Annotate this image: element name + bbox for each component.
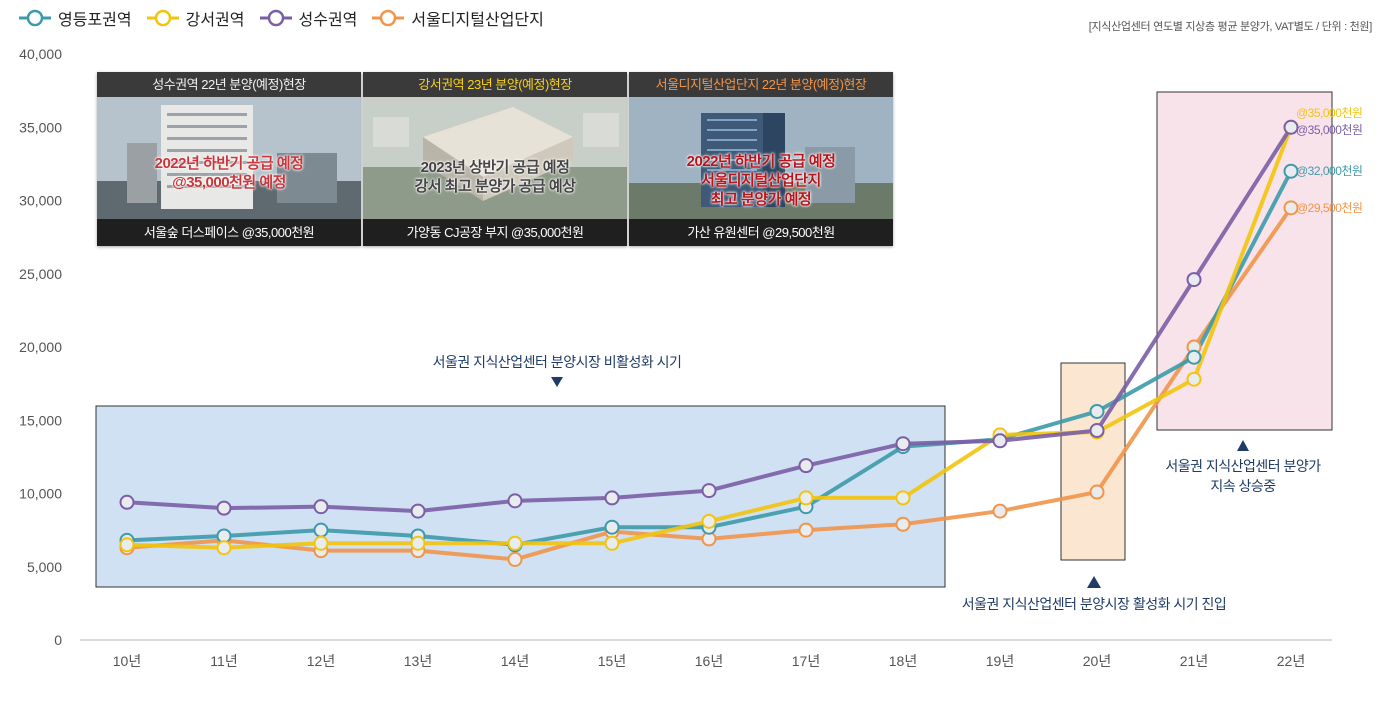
legend-item-gangseo: 강서권역 — [146, 6, 245, 30]
y-tick-label: 25,000 — [19, 266, 62, 282]
legend-label: 서울디지털산업단지 — [411, 12, 544, 29]
x-tick-label: 13년 — [404, 653, 432, 669]
x-tick-label: 11년 — [210, 653, 237, 669]
end-label-seongsu: @35,000천원 — [1296, 122, 1362, 137]
x-tick-label: 20년 — [1083, 653, 1111, 669]
annotation-inactive: 서울권 지식산업센터 분양시장 비활성화 시기 — [433, 354, 682, 370]
card-title: 서울디지털산업단지 22년 분양(예정)현장 — [629, 72, 893, 97]
x-tick-label: 14년 — [501, 653, 529, 669]
data-point — [216, 540, 232, 556]
x-tick-label: 18년 — [889, 653, 917, 669]
y-tick-label: 40,000 — [19, 46, 62, 62]
data-point — [895, 490, 911, 506]
arrow-up-icon — [1237, 440, 1249, 451]
data-point — [507, 493, 523, 509]
data-point — [604, 490, 620, 506]
caption-line: @35,000천원 예정 — [172, 174, 286, 191]
caption-line: 서울디지털산업단지 — [701, 172, 821, 189]
unit-note: [지식산업센터 연도별 지상층 평균 분양가, VAT별도 / 단위 : 천원] — [1088, 21, 1373, 33]
card-caption: 2022년 하반기 공급 예정 서울디지털산업단지 최고 분양가 예정 — [629, 152, 893, 209]
x-tick-label: 12년 — [307, 653, 335, 669]
data-point — [895, 516, 911, 532]
data-point — [701, 513, 717, 529]
x-tick-label: 22년 — [1277, 653, 1305, 669]
card-footer: 가산 유원센터 @29,500천원 — [629, 219, 893, 246]
data-point — [798, 490, 814, 506]
data-point — [410, 503, 426, 519]
legend-marker-icon — [146, 9, 179, 27]
legend-label: 영등포권역 — [58, 12, 132, 29]
data-point — [410, 535, 426, 551]
card-title: 성수권역 22년 분양(예정)현장 — [97, 72, 361, 97]
data-point — [992, 433, 1008, 449]
legend-item-digital: 서울디지털산업단지 — [371, 6, 544, 30]
end-label-digital: @29,500천원 — [1296, 200, 1362, 215]
card-footer: 서울숲 더스페이스 @35,000천원 — [97, 219, 361, 246]
data-point — [216, 500, 232, 516]
data-point — [1089, 403, 1105, 419]
x-tick-label: 19년 — [986, 653, 1014, 669]
card-title: 강서권역 23년 분양(예정)현장 — [363, 72, 627, 97]
x-tick-label: 21년 — [1180, 653, 1208, 669]
legend-marker-icon — [259, 9, 292, 27]
annotation-rising-line-2: 지속 상승중 — [1210, 478, 1276, 494]
data-point — [798, 522, 814, 538]
legend-item-yeongdeungpo: 영등포권역 — [18, 6, 132, 30]
arrow-up-icon — [1087, 576, 1101, 588]
data-point — [895, 436, 911, 452]
legend-marker-icon — [19, 9, 51, 27]
x-tick-label: 17년 — [792, 653, 820, 669]
photo-card-gangseo: 강서권역 23년 분양(예정)현장 2023년 상반기 공급 예정 강서 최고 … — [363, 72, 627, 246]
data-point — [798, 458, 814, 474]
data-point — [701, 483, 717, 499]
data-point — [1186, 371, 1202, 387]
legend-label: 강서권역 — [185, 12, 245, 29]
arrow-down-icon — [551, 377, 563, 387]
legend-label: 성수권역 — [298, 12, 358, 29]
data-point — [1089, 423, 1105, 439]
data-point — [1186, 349, 1202, 365]
legend-marker-icon — [372, 9, 405, 27]
photo-card-digital: 서울디지털산업단지 22년 분양(예정)현장 2022년 하반기 공급 예정 서… — [629, 72, 893, 246]
x-tick-label: 15년 — [598, 653, 626, 669]
data-point — [604, 519, 620, 535]
caption-line: 최고 분양가 예정 — [710, 191, 812, 208]
legend: 영등포권역 강서권역 성수권역 서울디지털산업단지 — [18, 6, 544, 30]
y-tick-label: 15,000 — [19, 412, 62, 428]
caption-line: 2022년 하반기 공급 예정 — [154, 155, 304, 172]
end-label-yeongdeungpo: @32,000천원 — [1296, 163, 1362, 178]
data-point — [313, 499, 329, 515]
card-caption: 2022년 하반기 공급 예정 @35,000천원 예정 — [97, 154, 361, 192]
data-point — [1186, 272, 1202, 288]
data-point — [313, 522, 329, 538]
y-tick-label: 30,000 — [19, 193, 62, 209]
card-footer: 가양동 CJ공장 부지 @35,000천원 — [363, 219, 627, 246]
x-tick-label: 10년 — [113, 653, 141, 669]
data-point — [507, 535, 523, 551]
data-point — [1089, 484, 1105, 500]
y-tick-label: 20,000 — [19, 339, 62, 355]
caption-line: 2022년 하반기 공급 예정 — [686, 153, 836, 170]
caption-line: 2023년 상반기 공급 예정 — [420, 159, 570, 176]
data-point — [313, 535, 329, 551]
y-tick-label: 10,000 — [19, 486, 62, 502]
y-tick-label: 0 — [54, 632, 62, 648]
data-point — [119, 537, 135, 553]
annotation-rising-line-1: 서울권 지식산업센터 분양가 — [1165, 458, 1321, 474]
y-tick-label: 35,000 — [19, 119, 62, 135]
end-label-gangseo: @35,000천원 — [1296, 105, 1362, 120]
x-tick-label: 16년 — [695, 653, 723, 669]
data-point — [119, 494, 135, 510]
data-point — [604, 535, 620, 551]
card-caption: 2023년 상반기 공급 예정 강서 최고 분양가 공급 예상 — [363, 158, 627, 196]
photo-card-seongsu: 성수권역 22년 분양(예정)현장 2022년 하반기 공급 예정 @35,00… — [97, 72, 361, 246]
caption-line: 강서 최고 분양가 공급 예상 — [414, 178, 576, 195]
data-point — [992, 503, 1008, 519]
legend-item-seongsu: 성수권역 — [259, 6, 358, 30]
annotation-activation: 서울권 지식산업센터 분양시장 활성화 시기 진입 — [962, 596, 1227, 612]
y-tick-label: 5,000 — [27, 559, 62, 575]
data-point — [507, 551, 523, 567]
